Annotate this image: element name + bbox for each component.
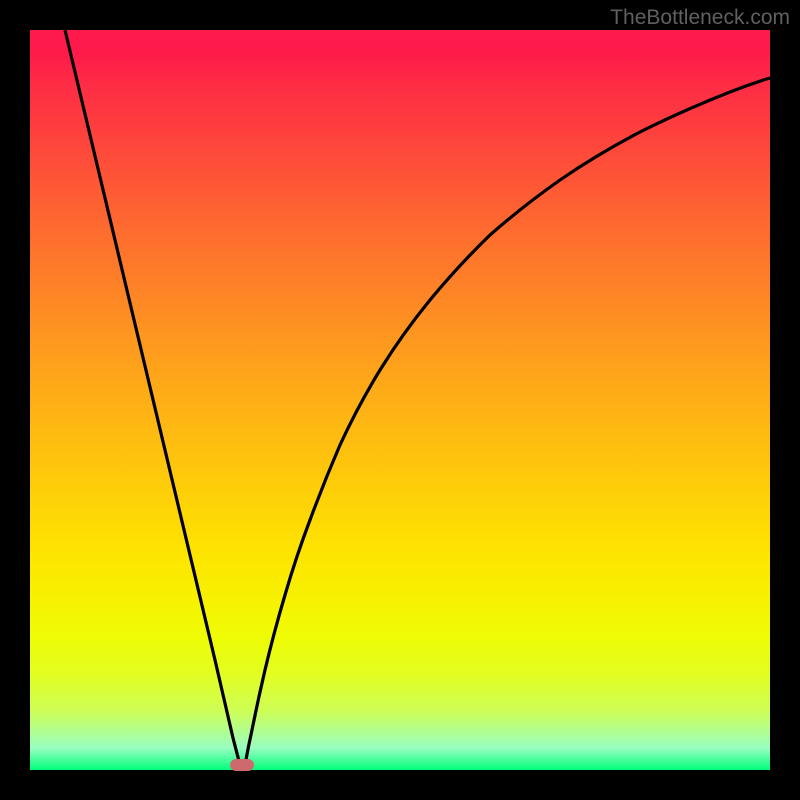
curve-right-branch (245, 78, 770, 765)
chart-frame: TheBottleneck.com (0, 0, 800, 800)
curve-left-branch (65, 30, 240, 765)
bottleneck-curve (30, 30, 770, 770)
watermark-text: TheBottleneck.com (610, 6, 790, 30)
plot-area (30, 30, 770, 770)
bottleneck-marker (230, 759, 254, 771)
